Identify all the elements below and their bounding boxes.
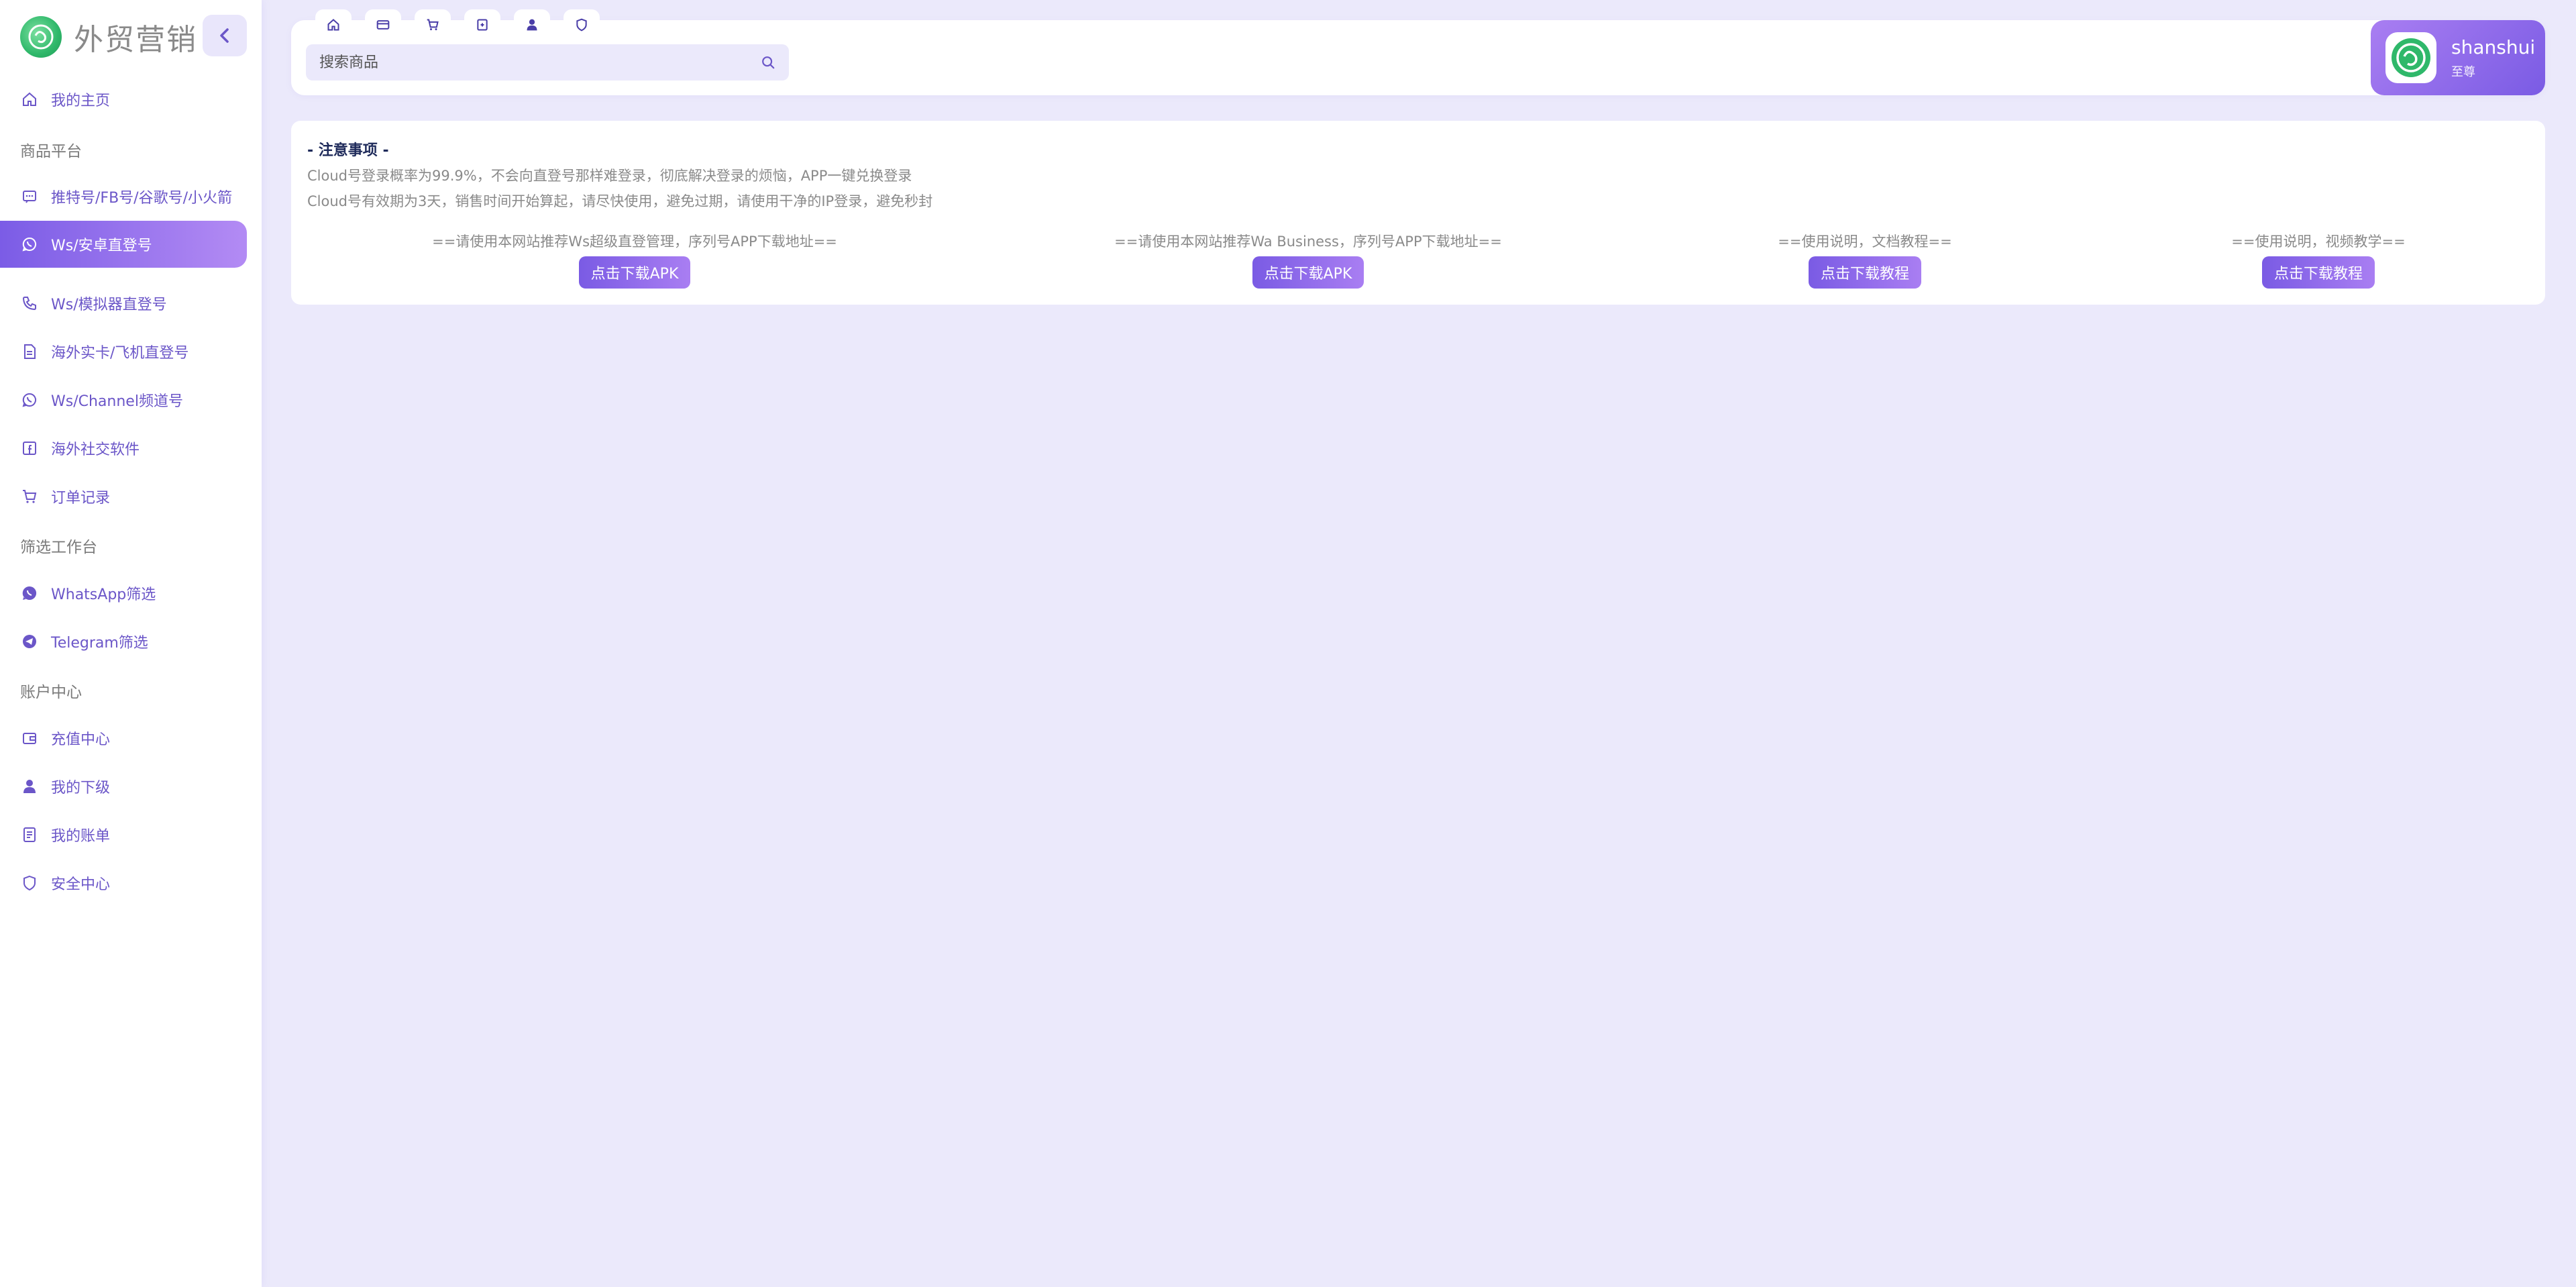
whatsapp-filled-icon (20, 584, 39, 603)
download-caption: ==使用说明，视频教学== (2231, 234, 2406, 250)
search-bar (306, 44, 789, 81)
facebook-icon (20, 439, 39, 458)
whatsapp-icon (20, 391, 39, 409)
download-tutorial-button[interactable]: 点击下载教程 (1808, 256, 1921, 289)
sidebar-item-label: 海外社交软件 (51, 442, 140, 458)
sidebar-item-label: Ws/Channel频道号 (51, 393, 183, 410)
download-block: ==使用说明，文档教程== 点击下载教程 (1630, 231, 2100, 289)
download-caption: ==请使用本网站推荐Wa Business，序列号APP下载地址== (1114, 234, 1502, 250)
chevron-left-icon (220, 28, 229, 43)
cart-icon (427, 19, 439, 31)
sidebar-item-label: 推特号/FB号/谷歌号/小火箭 (51, 190, 232, 207)
sidebar-item-social-software[interactable]: 海外社交软件 (0, 425, 247, 472)
user-icon (527, 19, 537, 31)
sidebar-item-recharge[interactable]: 充值中心 (0, 715, 247, 762)
sidebar-item-label: WhatsApp筛选 (51, 586, 156, 603)
brand[interactable]: 外贸营销 (20, 16, 197, 58)
quick-tab-bar (315, 9, 613, 40)
nav-group-filter-workbench: 筛选工作台 (20, 539, 97, 556)
tab-home[interactable] (315, 9, 352, 40)
sidebar-item-whatsapp-filter[interactable]: WhatsApp筛选 (0, 570, 247, 617)
brand-logo-icon (20, 16, 62, 58)
wallet-icon (20, 729, 39, 748)
document-icon (20, 342, 39, 361)
sidebar-item-orders[interactable]: 订单记录 (0, 473, 247, 520)
sidebar-item-telegram-filter[interactable]: Telegram筛选 (0, 618, 247, 665)
box-icon (477, 19, 488, 31)
download-apk-button[interactable]: 点击下载APK (578, 256, 691, 289)
sidebar-item-label: 充值中心 (51, 731, 111, 748)
message-icon (20, 187, 39, 206)
sidebar-item-label: Ws/安卓直登号 (51, 238, 152, 254)
sidebar-item-ws-channel[interactable]: Ws/Channel频道号 (0, 376, 247, 423)
telegram-icon (20, 632, 39, 651)
sidebar-item-label: 海外实卡/飞机直登号 (51, 345, 189, 362)
sidebar-item-home[interactable]: 我的主页 (0, 76, 247, 123)
download-block: ==请使用本网站推荐Wa Business，序列号APP下载地址== 点击下载A… (1073, 231, 1543, 289)
download-video-tutorial-button[interactable]: 点击下载教程 (2261, 256, 2375, 289)
user-name: shanshui (2451, 36, 2536, 58)
sidebar-item-label: 我的账单 (51, 828, 111, 845)
bill-icon (20, 825, 39, 844)
nav-group-account-center: 账户中心 (20, 684, 82, 701)
avatar-logo-icon (2392, 38, 2430, 77)
sidebar-item-subordinates[interactable]: 我的下级 (0, 763, 247, 810)
sidebar-item-label: Telegram筛选 (51, 635, 148, 652)
sidebar-item-ws-emulator[interactable]: Ws/模拟器直登号 (0, 280, 247, 327)
sidebar-item-bills[interactable]: 我的账单 (0, 811, 247, 858)
user-level-badge: 至尊 (2451, 64, 2475, 79)
brand-title: 外贸营销 (74, 23, 197, 57)
download-block: ==使用说明，视频教学== 点击下载教程 (2084, 231, 2553, 289)
avatar (2385, 32, 2436, 83)
tab-cart[interactable] (415, 9, 451, 40)
home-icon (327, 19, 339, 31)
tab-card[interactable] (365, 9, 401, 40)
sidebar-item-social-accounts[interactable]: 推特号/FB号/谷歌号/小火箭 (0, 173, 247, 220)
whatsapp-icon (20, 235, 39, 254)
nav-group-product-platform: 商品平台 (20, 143, 82, 160)
sidebar: 外贸营销 我的主页 商品平台 推特号/FB号/谷歌号/小火箭 Ws/安卓直登号 … (0, 0, 262, 1287)
home-icon (20, 90, 39, 109)
tab-user[interactable] (514, 9, 550, 40)
sidebar-item-security[interactable]: 安全中心 (0, 860, 247, 907)
user-icon (20, 777, 39, 796)
card-icon (376, 20, 390, 30)
user-profile-card[interactable]: shanshui 至尊 (2371, 20, 2545, 95)
sidebar-item-label: 我的下级 (51, 780, 111, 796)
sidebar-item-label: Ws/模拟器直登号 (51, 297, 167, 313)
sidebar-item-overseas-sim[interactable]: 海外实卡/飞机直登号 (0, 328, 247, 375)
search-input[interactable] (319, 54, 761, 71)
sidebar-item-label: 订单记录 (51, 490, 111, 507)
cart-icon (20, 487, 39, 506)
notice-line: Cloud号登录概率为99.9%，不会向直登号那样难登录，彻底解决登录的烦恼，A… (307, 168, 912, 184)
tab-shield[interactable] (564, 9, 600, 40)
search-icon[interactable] (761, 55, 775, 70)
download-apk-button[interactable]: 点击下载APK (1252, 256, 1364, 289)
notice-line: Cloud号有效期为3天，销售时间开始算起，请尽快使用，避免过期，请使用干净的I… (307, 193, 933, 209)
sidebar-item-label: 我的主页 (51, 93, 111, 109)
shield-icon (576, 18, 587, 32)
collapse-sidebar-button[interactable] (203, 15, 247, 56)
download-caption: ==使用说明，文档教程== (1778, 234, 1952, 250)
phone-icon (20, 294, 39, 313)
tab-box[interactable] (464, 9, 500, 40)
notice-title: - 注意事项 - (307, 142, 389, 159)
shield-icon (20, 874, 39, 892)
sidebar-item-label: 安全中心 (51, 876, 111, 893)
download-block: ==请使用本网站推荐Ws超级直登管理，序列号APP下载地址== 点击下载APK (400, 231, 869, 289)
download-caption: ==请使用本网站推荐Ws超级直登管理，序列号APP下载地址== (432, 234, 837, 250)
notice-card: - 注意事项 - Cloud号登录概率为99.9%，不会向直登号那样难登录，彻底… (291, 121, 2545, 305)
sidebar-item-ws-android[interactable]: Ws/安卓直登号 (0, 221, 247, 268)
